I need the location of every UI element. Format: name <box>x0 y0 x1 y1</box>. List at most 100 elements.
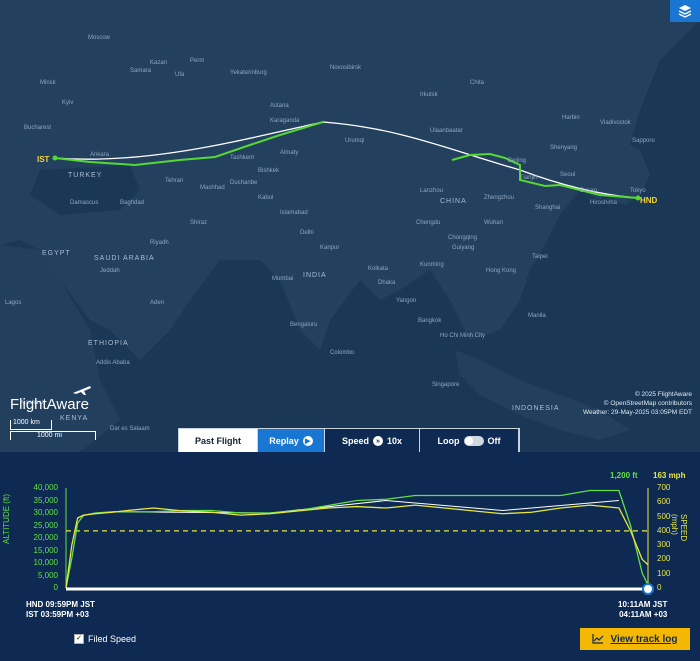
altitude-tick-label: 5,000 <box>37 570 58 580</box>
place-label: Harbin <box>562 115 580 121</box>
replay-button[interactable]: Replay ▶ <box>258 429 325 453</box>
chart-line-icon <box>592 634 604 644</box>
view-track-log-label: View track log <box>610 633 678 645</box>
speed-tick-label: 300 <box>657 540 671 550</box>
filed-speed-toggle[interactable]: ✓ Filed Speed <box>74 634 136 644</box>
attribution-line: © 2025 FlightAware <box>634 391 692 398</box>
altitude-tick-label: 30,000 <box>33 508 58 517</box>
filed-speed-label: Filed Speed <box>88 634 137 644</box>
play-icon: ▶ <box>302 436 313 446</box>
place-label: Manila <box>528 313 546 319</box>
loop-label: Loop <box>437 436 460 446</box>
place-label: Kabul <box>258 195 274 201</box>
replay-label: Replay <box>269 436 299 446</box>
place-label: Urumqi <box>345 138 365 144</box>
place-label: Kolkata <box>368 266 389 272</box>
place-label: Chongqing <box>448 235 478 241</box>
place-label: Delhi <box>300 230 314 236</box>
origin-airport-label[interactable]: IST <box>37 155 49 164</box>
speed-label: Speed <box>341 436 369 446</box>
attribution-line[interactable]: © OpenStreetMap contributors <box>583 399 692 408</box>
place-label: Baghdad <box>120 200 145 206</box>
altitude-tick-label: 40,000 <box>33 483 58 492</box>
speed-tick-label: 700 <box>657 483 671 492</box>
start-time-local: HND 09:59PM JST <box>26 600 95 609</box>
place-label: Yekaterinburg <box>230 70 267 76</box>
place-label: Guiyang <box>452 245 475 251</box>
layers-button[interactable] <box>670 0 700 22</box>
altitude-tick-label: 0 <box>53 583 58 592</box>
country-label: INDIA <box>303 272 327 279</box>
past-flight-tab[interactable]: Past Flight <box>179 429 258 453</box>
place-label: Yangon <box>396 298 417 304</box>
speed-series-line <box>65 504 649 589</box>
plane-icon <box>73 386 91 395</box>
toggle-switch-icon <box>463 436 484 446</box>
place-label: Colombo <box>330 350 355 356</box>
speed-tick-label: 600 <box>657 497 671 507</box>
place-label: Ho Chi Minh City <box>440 333 486 339</box>
place-label: Beijing <box>508 158 527 164</box>
place-label: Shanghai <box>535 205 561 211</box>
altitude-tick-label: 15,000 <box>33 545 58 555</box>
place-label: Ulaanbaatar <box>430 128 463 134</box>
loop-toggle[interactable]: Loop Off <box>420 429 519 453</box>
place-label: Kanpur <box>320 245 340 251</box>
scale-mi: 1000 mi <box>37 432 62 439</box>
country-label: CHINA <box>440 198 467 205</box>
attribution-line: Weather: 29-May-2025 03:05PM EDT <box>583 409 692 416</box>
place-label: Chengdu <box>416 220 441 226</box>
country-label: INDONESIA <box>512 405 560 412</box>
flight-map[interactable]: Moscow Minsk Kyiv Bucharest Ankara Damas… <box>0 0 700 452</box>
place-label: Mashhad <box>200 185 225 191</box>
place-label: Dhaka <box>378 280 396 286</box>
speed-value: 10x <box>386 436 403 446</box>
scale-km: 1000 km <box>13 419 40 426</box>
place-label: Bucharest <box>24 125 52 131</box>
place-label: Vladivostok <box>600 120 631 126</box>
speed-button[interactable]: Speed» 10x <box>325 429 420 453</box>
timeline-handle <box>642 583 654 595</box>
place-label: Bangkok <box>418 318 442 324</box>
destination-airport-label[interactable]: HND <box>640 196 657 205</box>
place-label: Irkutsk <box>420 92 438 98</box>
place-label: Shiraz <box>190 220 208 226</box>
start-times: HND 09:59PM JST IST 03:59PM +03 <box>26 600 95 620</box>
country-label: SAUDI ARABIA <box>94 255 155 262</box>
past-flight-label: Past Flight <box>194 436 241 446</box>
place-label: Samara <box>130 68 152 74</box>
country-label: TURKEY <box>68 172 103 179</box>
place-label: Hong Kong <box>486 268 517 274</box>
view-track-log-button[interactable]: View track log <box>580 628 690 650</box>
origin-marker[interactable] <box>52 155 58 161</box>
place-label: Tehran <box>165 178 184 184</box>
place-label: Almaty <box>280 150 299 156</box>
place-label: Addis Ababa <box>96 360 130 366</box>
place-label: Lagos <box>5 300 22 306</box>
place-label: Damascus <box>70 200 99 206</box>
place-label: Taipei <box>532 254 548 260</box>
place-label: Dar es Salaam <box>110 426 150 432</box>
place-label: Tashkent <box>230 155 255 161</box>
brand-name: FlightAware <box>10 396 89 413</box>
checkbox-icon: ✓ <box>74 634 84 644</box>
country-label: ETHIOPIA <box>88 340 129 347</box>
place-label: Mumbai <box>272 276 294 282</box>
place-label: Wuhan <box>484 220 503 226</box>
altitude-tick-label: 20,000 <box>33 533 58 542</box>
place-label: Bishkek <box>258 168 280 174</box>
speed-tick-label: 0 <box>657 583 662 592</box>
place-label: Chita <box>470 80 485 86</box>
place-label: Perm <box>190 58 205 64</box>
place-label: Kazan <box>150 60 168 66</box>
place-label: Seoul <box>560 172 576 178</box>
altitude-tick-label: 35,000 <box>33 495 58 505</box>
speed-tick-label: 200 <box>657 554 671 564</box>
place-label: Sapporo <box>632 138 655 144</box>
end-time-origin: 04:11AM +03 <box>619 610 668 619</box>
playback-controls: Past Flight Replay ▶ Speed» 10x Loop Off <box>178 428 520 454</box>
speed-tick-label: 500 <box>657 511 671 521</box>
place-label: Novosibirsk <box>330 65 362 71</box>
place-label: Aden <box>150 300 165 306</box>
altitude-tick-label: 10,000 <box>33 558 58 567</box>
